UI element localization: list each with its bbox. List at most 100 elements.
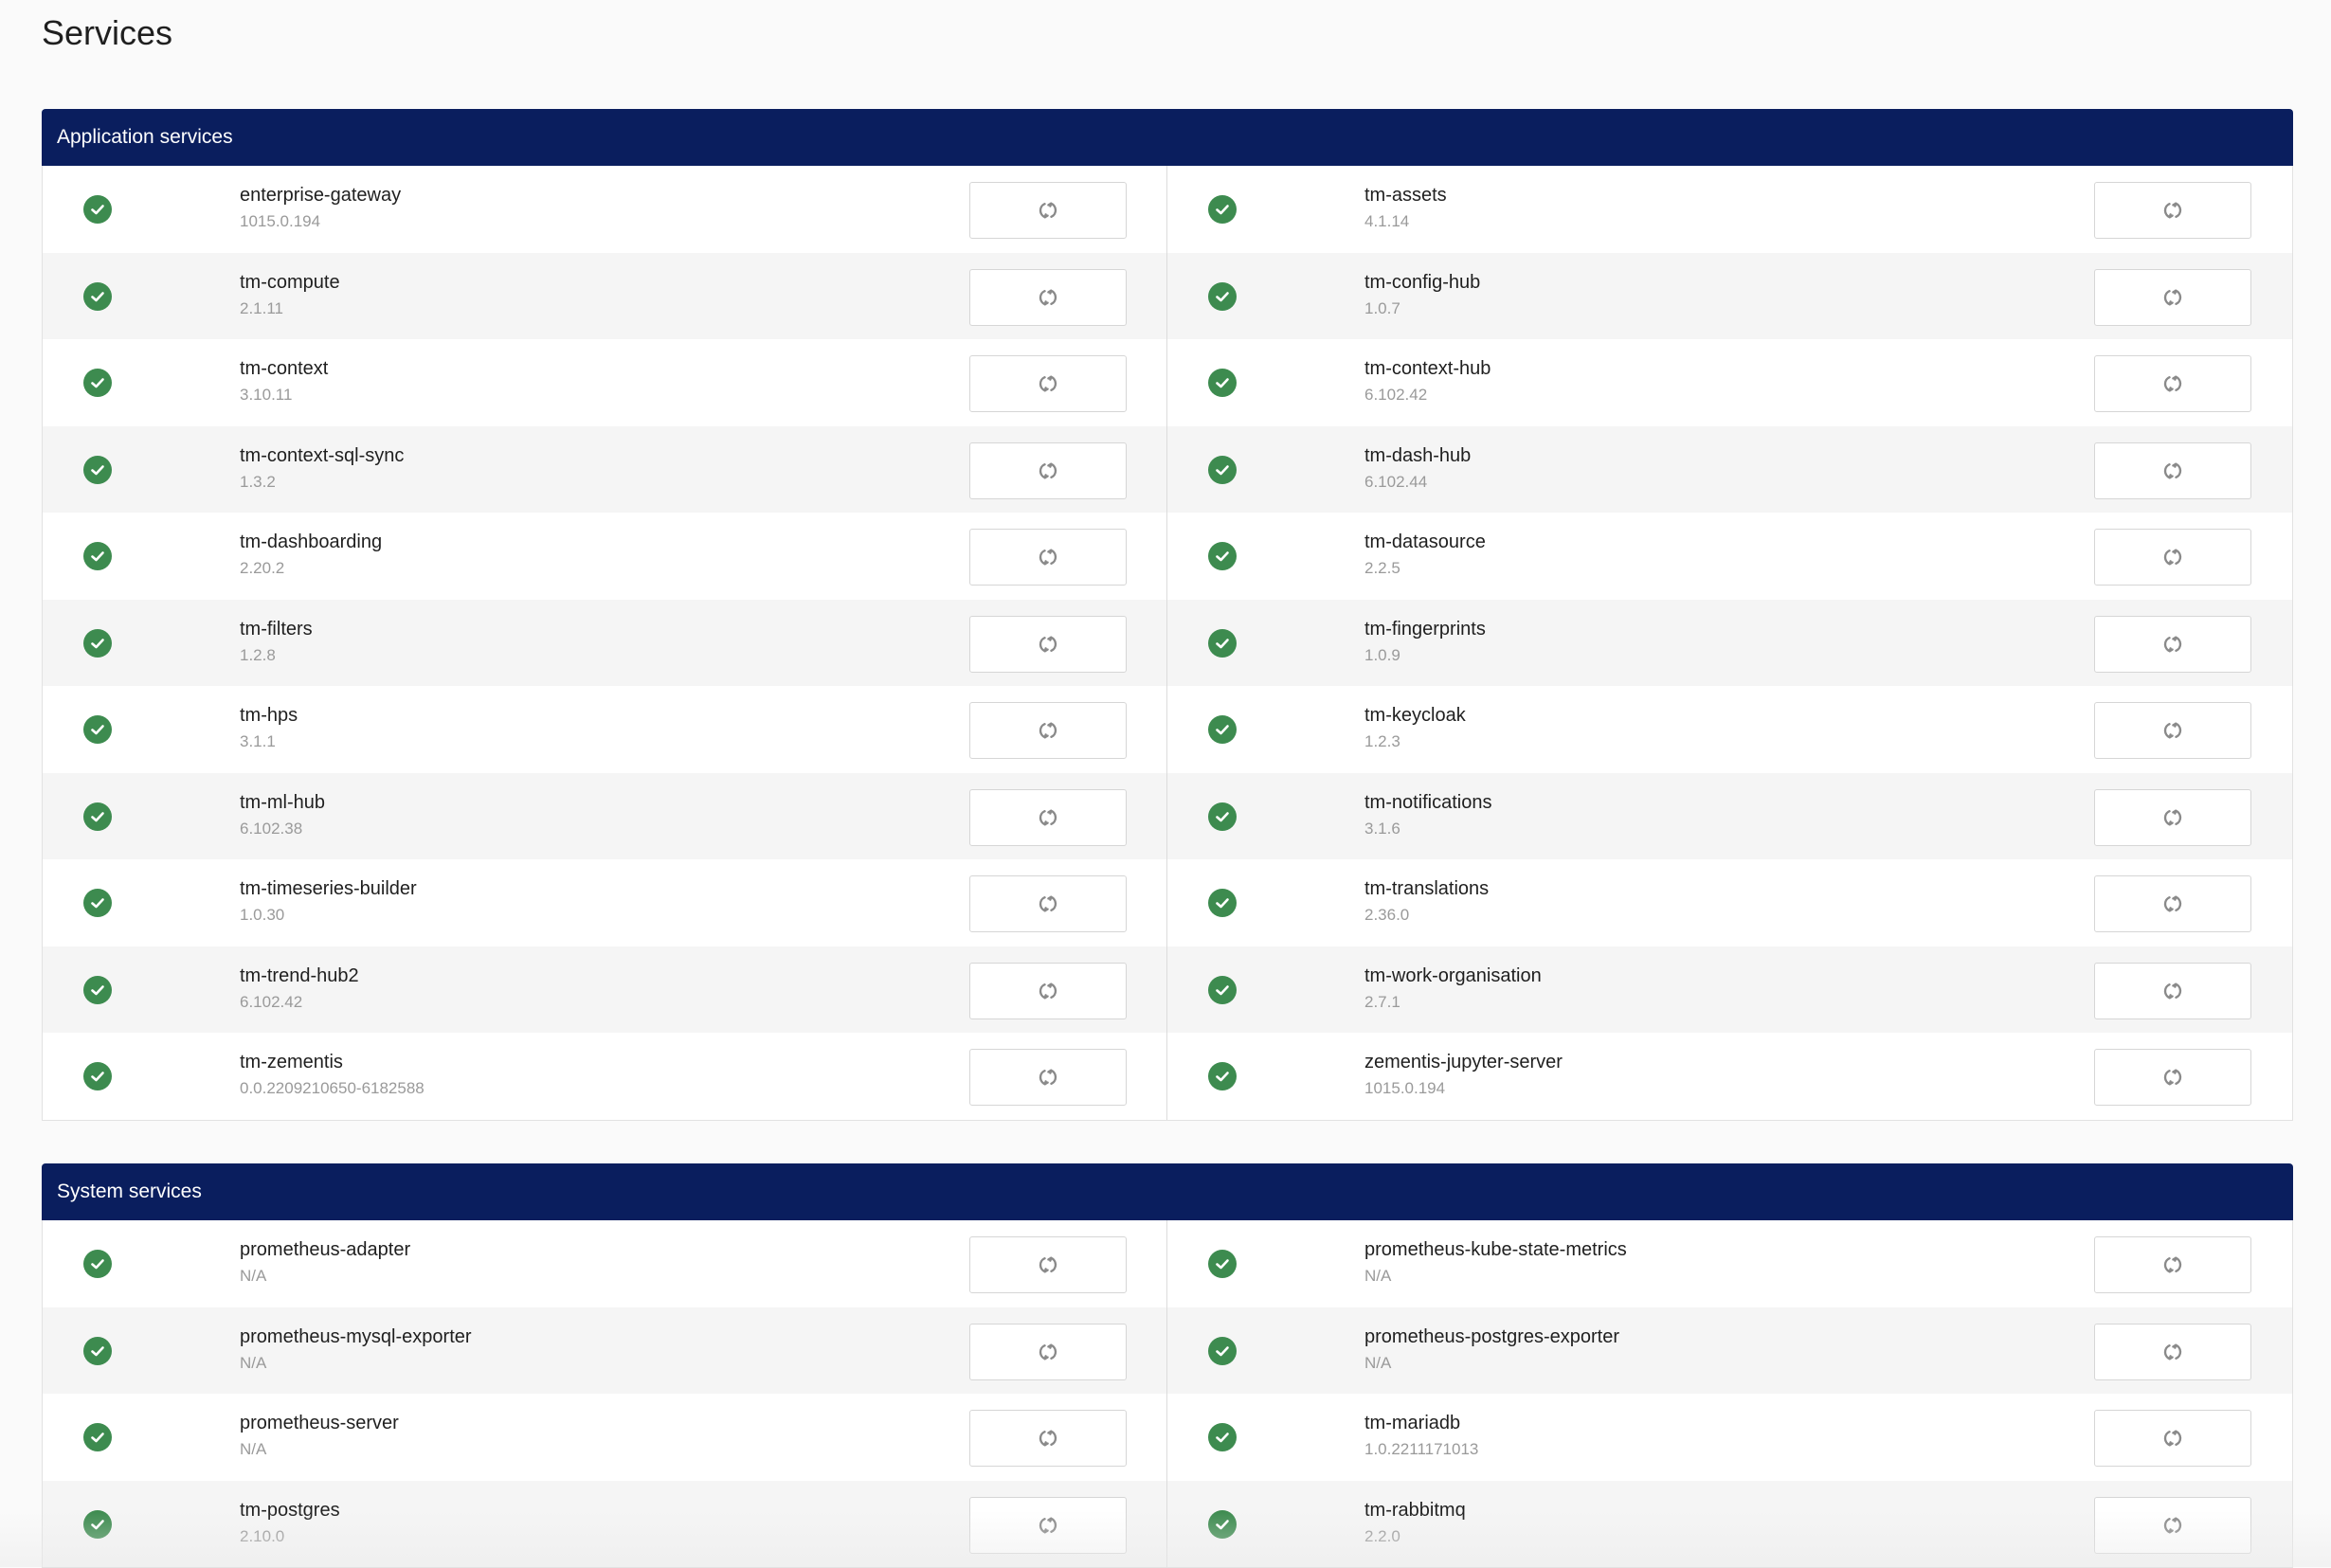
check-circle-icon: [1208, 889, 1237, 917]
check-circle-icon: [83, 802, 112, 831]
refresh-icon: [1037, 199, 1059, 222]
restart-service-button[interactable]: [2094, 182, 2251, 239]
service-row: tm-context 3.10.11: [43, 339, 1166, 426]
restart-service-button[interactable]: [969, 182, 1127, 239]
service-name: tm-hps: [240, 705, 298, 726]
service-row: zementis-jupyter-server 1015.0.194: [1167, 1033, 2292, 1120]
system-services-left-column: prometheus-adapter N/A prometheus-mysql-ex…: [43, 1220, 1167, 1567]
refresh-icon: [2161, 286, 2184, 309]
refresh-icon: [2161, 546, 2184, 568]
refresh-icon: [1037, 372, 1059, 395]
service-name: tm-postgres: [240, 1499, 340, 1521]
service-version: 4.1.14: [1364, 212, 1410, 230]
restart-service-button[interactable]: [2094, 442, 2251, 499]
restart-service-button[interactable]: [969, 788, 1127, 846]
restart-service-button[interactable]: [2094, 962, 2251, 1019]
check-circle-icon: [1208, 1509, 1237, 1539]
restart-service-button[interactable]: [2094, 1410, 2251, 1467]
restart-service-button[interactable]: [969, 355, 1127, 412]
check-circle-icon: [1208, 542, 1237, 570]
service-name: tm-compute: [240, 271, 340, 293]
service-version: N/A: [1364, 1353, 1392, 1372]
check-circle-icon: [1208, 628, 1237, 658]
service-name: tm-translations: [1364, 878, 1490, 899]
service-row: tm-fingerprints 1.0.9: [1167, 599, 2292, 686]
service-version: 2.1.11: [240, 298, 284, 317]
service-version: 2.10.0: [240, 1526, 285, 1545]
refresh-icon: [1037, 892, 1059, 915]
service-name: prometheus-postgres-exporter: [1364, 1325, 1620, 1347]
restart-service-button[interactable]: [2094, 1323, 2251, 1380]
restart-service-button[interactable]: [969, 1496, 1127, 1554]
service-name: tm-zementis: [240, 1052, 343, 1072]
restart-service-button[interactable]: [969, 1323, 1127, 1380]
restart-service-button[interactable]: [2094, 268, 2251, 326]
restart-service-button[interactable]: [2094, 355, 2251, 412]
application-services-right-column: tm-assets 4.1.14 tm-config-hub 1.0.7 tm-cont…: [1167, 166, 2292, 1120]
service-version: 1.2.3: [1364, 732, 1400, 750]
restart-service-button[interactable]: [969, 1049, 1127, 1106]
restart-service-button[interactable]: [969, 875, 1127, 932]
restart-service-button[interactable]: [2094, 702, 2251, 759]
check-circle-icon: [83, 889, 112, 917]
restart-service-button[interactable]: [2094, 615, 2251, 673]
restart-service-button[interactable]: [2094, 529, 2251, 586]
service-version: N/A: [1364, 1267, 1392, 1285]
service-name: prometheus-server: [240, 1413, 399, 1433]
application-services-header: Application services: [42, 109, 2293, 166]
refresh-icon: [2161, 719, 2184, 742]
service-row: tm-trend-hub2 6.102.42: [43, 946, 1166, 1033]
check-circle-icon: [83, 1062, 112, 1090]
refresh-icon: [1037, 633, 1059, 656]
service-version: 2.36.0: [1364, 906, 1410, 924]
restart-service-button[interactable]: [969, 442, 1127, 499]
service-version: 2.20.2: [240, 559, 285, 577]
service-row: tm-rabbitmq 2.2.0: [1167, 1480, 2292, 1567]
service-name: tm-context-hub: [1364, 358, 1491, 379]
service-name: prometheus-kube-state-metrics: [1364, 1239, 1627, 1260]
refresh-icon: [2161, 1341, 2184, 1363]
restart-service-button[interactable]: [969, 702, 1127, 759]
page-title: Services: [42, 13, 173, 52]
service-row: tm-datasource 2.2.5: [1167, 513, 2292, 600]
restart-service-button[interactable]: [969, 1236, 1127, 1293]
service-row: tm-zementis 0.0.2209210650-6182588: [43, 1033, 1166, 1120]
restart-service-button[interactable]: [969, 1410, 1127, 1467]
check-circle-icon: [83, 455, 112, 484]
restart-service-button[interactable]: [2094, 875, 2251, 932]
service-row: tm-hps 3.1.1: [43, 686, 1166, 773]
service-name: tm-mariadb: [1364, 1413, 1461, 1433]
service-row: tm-timeseries-builder 1.0.30: [43, 859, 1166, 946]
refresh-icon: [2161, 1514, 2184, 1537]
service-row: prometheus-mysql-exporter N/A: [43, 1307, 1166, 1394]
restart-service-button[interactable]: [2094, 1049, 2251, 1106]
service-version: 3.10.11: [240, 386, 293, 404]
restart-service-button[interactable]: [969, 962, 1127, 1019]
service-version: N/A: [240, 1440, 267, 1458]
restart-service-button[interactable]: [969, 529, 1127, 586]
restart-service-button[interactable]: [2094, 788, 2251, 846]
restart-service-button[interactable]: [2094, 1496, 2251, 1554]
service-row: tm-translations 2.36.0: [1167, 859, 2292, 946]
system-services-header: System services: [42, 1163, 2293, 1220]
restart-service-button[interactable]: [969, 615, 1127, 673]
service-row: tm-assets 4.1.14: [1167, 166, 2292, 253]
restart-service-button[interactable]: [969, 268, 1127, 326]
service-name: enterprise-gateway: [240, 185, 402, 206]
service-name: prometheus-adapter: [240, 1239, 411, 1260]
restart-service-button[interactable]: [2094, 1236, 2251, 1293]
service-name: zementis-jupyter-server: [1364, 1052, 1563, 1072]
service-version: 1015.0.194: [1364, 1079, 1446, 1097]
service-name: tm-context-sql-sync: [240, 444, 405, 466]
check-circle-icon: [83, 369, 112, 397]
service-row: tm-mariadb 1.0.2211171013: [1167, 1394, 2292, 1481]
check-circle-icon: [83, 1336, 112, 1365]
service-name: tm-dashboarding: [240, 532, 383, 552]
refresh-icon: [1037, 1514, 1059, 1537]
check-circle-icon: [83, 1423, 112, 1451]
service-version: 6.102.38: [240, 819, 303, 838]
service-name: tm-assets: [1364, 185, 1447, 206]
service-version: 3.1.6: [1364, 819, 1400, 838]
service-version: 2.7.1: [1364, 992, 1400, 1011]
check-circle-icon: [1208, 802, 1237, 831]
